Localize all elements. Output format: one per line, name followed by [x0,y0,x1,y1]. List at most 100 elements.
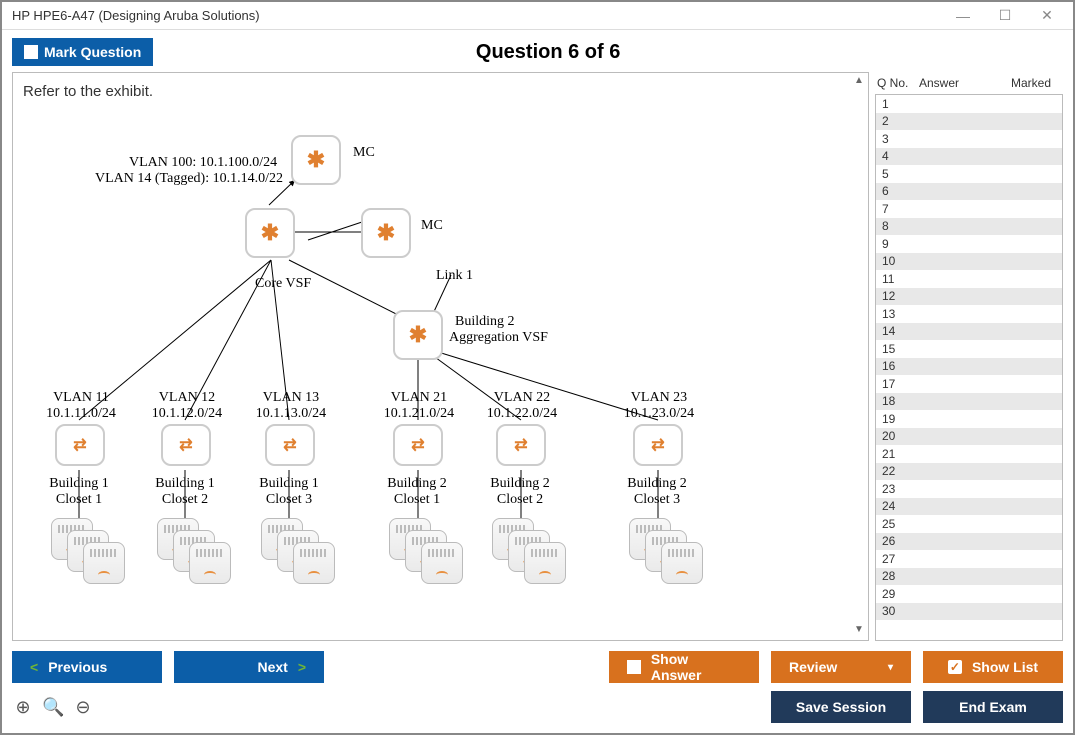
question-row[interactable]: 24 [876,498,1062,516]
previous-label: Previous [48,659,107,675]
link1-label: Link 1 [436,268,473,284]
sidebar-list[interactable]: 1234567891011121314151617181920212223242… [875,94,1063,641]
question-row[interactable]: 8 [876,218,1062,236]
close-button[interactable]: ✕ [1027,4,1067,28]
question-row[interactable]: 30 [876,603,1062,621]
end-exam-label: End Exam [959,699,1027,715]
mark-question-button[interactable]: Mark Question [12,38,153,66]
vlan-name: VLAN 21 [379,390,459,406]
main-row: ▲ ▼ Refer to the exhibit. [12,72,1063,641]
zoom-out-icon[interactable]: ⊖ [72,697,94,718]
footer-row-2: ⊕ 🔍 ⊖ Save Session End Exam [12,683,1063,723]
save-session-label: Save Session [796,699,886,715]
question-row[interactable]: 7 [876,200,1062,218]
vlan100-label: VLAN 100: 10.1.100.0/24 [129,155,277,171]
exhibit-diagram: VLAN 100: 10.1.100.0/24 VLAN 14 (Tagged)… [23,100,853,605]
question-row[interactable]: 19 [876,410,1062,428]
question-row[interactable]: 3 [876,130,1062,148]
next-button[interactable]: Next > [174,651,324,683]
chevron-left-icon: < [30,659,38,675]
question-row[interactable]: 21 [876,445,1062,463]
question-row[interactable]: 2 [876,113,1062,131]
ap-icon [524,542,566,584]
mc1-device-icon: ✱ [291,135,341,185]
zoom-in-icon[interactable]: ⊕ [12,697,34,718]
mc2-label: MC [421,218,443,234]
col-answer-header: Answer [919,76,1011,90]
question-row[interactable]: 29 [876,585,1062,603]
vlan-subnet: 10.1.21.0/24 [373,406,465,422]
question-row[interactable]: 11 [876,270,1062,288]
question-row[interactable]: 25 [876,515,1062,533]
ap-icon [293,542,335,584]
action-buttons: Show Answer Review ▾ ✓ Show List [609,651,1063,683]
dropdown-icon: ▾ [888,662,893,673]
question-row[interactable]: 17 [876,375,1062,393]
question-row[interactable]: 16 [876,358,1062,376]
zoom-reset-icon[interactable]: 🔍 [42,697,64,718]
question-row[interactable]: 14 [876,323,1062,341]
question-row[interactable]: 4 [876,148,1062,166]
access-switch-icon: ⇄ [55,424,105,466]
scroll-up-icon[interactable]: ▲ [852,75,866,89]
question-row[interactable]: 10 [876,253,1062,271]
question-row[interactable]: 27 [876,550,1062,568]
content-area: Mark Question Question 6 of 6 ▲ ▼ Refer … [2,30,1073,733]
question-pane[interactable]: ▲ ▼ Refer to the exhibit. [12,72,869,641]
sidebar-header: Q No. Answer Marked [875,72,1063,94]
vlan-name: VLAN 22 [482,390,562,406]
footer-row-1: < Previous Next > Show Answer Review ▾ ✓… [12,641,1063,683]
minimize-button[interactable]: — [943,4,983,28]
vlan-subnet: 10.1.13.0/24 [245,406,337,422]
access-switch-icon: ⇄ [633,424,683,466]
question-row[interactable]: 23 [876,480,1062,498]
bldg2agg-l1: Building 2 [455,314,515,330]
question-row[interactable]: 13 [876,305,1062,323]
vlan-name: VLAN 23 [619,390,699,406]
mc1-label: MC [353,145,375,161]
scroll-down-icon[interactable]: ▼ [852,624,866,638]
question-counter: Question 6 of 6 [153,41,943,64]
vlan-subnet: 10.1.23.0/24 [613,406,705,422]
review-button[interactable]: Review ▾ [771,651,911,683]
save-session-button[interactable]: Save Session [771,691,911,723]
show-answer-button[interactable]: Show Answer [609,651,759,683]
vlan-name: VLAN 11 [41,390,121,406]
mark-checkbox-icon [24,45,38,59]
question-row[interactable]: 18 [876,393,1062,411]
question-list-sidebar: Q No. Answer Marked 12345678910111213141… [875,72,1063,641]
core-vsf-device-icon: ✱ [245,208,295,258]
question-row[interactable]: 12 [876,288,1062,306]
access-switch-icon: ⇄ [496,424,546,466]
col-marked-header: Marked [1011,76,1061,90]
previous-button[interactable]: < Previous [12,651,162,683]
maximize-button[interactable]: ☐ [985,4,1025,28]
question-row[interactable]: 22 [876,463,1062,481]
bldg2-agg-device-icon: ✱ [393,310,443,360]
access-switch-icon: ⇄ [265,424,315,466]
question-row[interactable]: 6 [876,183,1062,201]
question-row[interactable]: 28 [876,568,1062,586]
question-row[interactable]: 15 [876,340,1062,358]
bldg-label: Building 2 [617,476,697,492]
question-row[interactable]: 5 [876,165,1062,183]
question-row[interactable]: 9 [876,235,1062,253]
closet-label: Closet 2 [484,492,556,508]
ap-icon [189,542,231,584]
bldg-label: Building 1 [249,476,329,492]
show-list-button[interactable]: ✓ Show List [923,651,1063,683]
question-row[interactable]: 1 [876,95,1062,113]
end-exam-button[interactable]: End Exam [923,691,1063,723]
question-row[interactable]: 20 [876,428,1062,446]
show-answer-label: Show Answer [651,651,741,683]
ap-icon [83,542,125,584]
show-list-label: Show List [972,659,1038,675]
show-answer-checkbox-icon [627,660,641,674]
bldg-label: Building 2 [480,476,560,492]
question-row[interactable]: 26 [876,533,1062,551]
core-label: Core VSF [255,276,311,292]
access-switch-icon: ⇄ [393,424,443,466]
vlan-subnet: 10.1.12.0/24 [141,406,233,422]
closet-label: Closet 2 [149,492,221,508]
vlan-name: VLAN 12 [147,390,227,406]
